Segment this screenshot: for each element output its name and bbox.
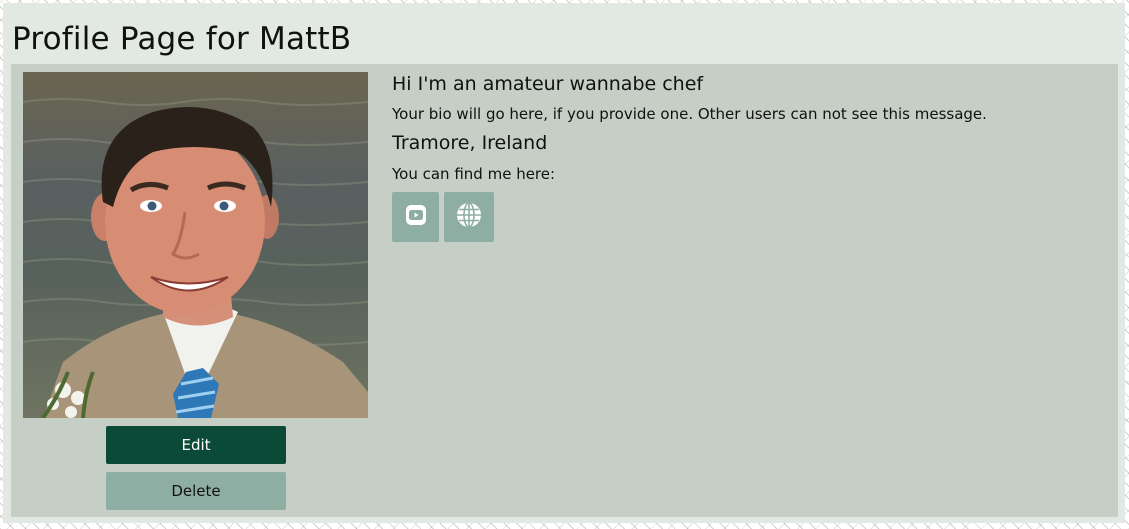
profile-location: Tramore, Ireland — [392, 132, 548, 154]
links-heading: You can find me here: — [392, 165, 556, 183]
page-title: Profile Page for MattB — [12, 21, 352, 57]
edit-button[interactable]: Edit — [106, 426, 286, 464]
social-links — [392, 192, 1092, 242]
page-container: Profile Page for MattB Edit Delete Hi I'… — [3, 3, 1125, 523]
profile-tagline: Hi I'm an amateur wannabe chef — [392, 73, 704, 95]
photo-column: Edit Delete — [23, 72, 368, 510]
profile-info: Hi I'm an amateur wannabe chef Your bio … — [392, 72, 1092, 242]
youtube-link[interactable] — [392, 192, 439, 242]
website-link[interactable] — [444, 192, 494, 242]
delete-button[interactable]: Delete — [106, 472, 286, 510]
globe-icon — [456, 202, 482, 232]
youtube-icon — [404, 203, 428, 231]
profile-card: Edit Delete Hi I'm an amateur wannabe ch… — [11, 64, 1118, 517]
profile-bio: Your bio will go here, if you provide on… — [392, 105, 987, 123]
avatar — [23, 72, 368, 418]
